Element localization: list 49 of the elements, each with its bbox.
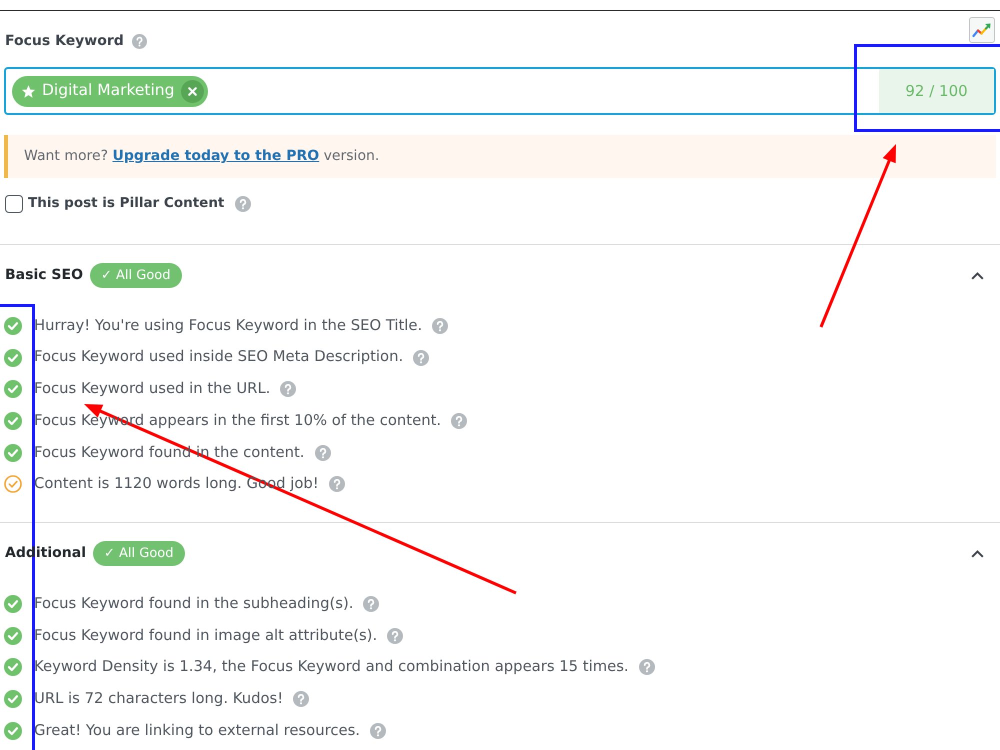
check-result-text: Hurray! You're using Focus Keyword in the SEO Title.	[34, 316, 422, 336]
focus-keyword-field[interactable]: Digital Marketing 92 / 100	[4, 67, 996, 115]
check-result-text: Focus Keyword found in image alt attribute(s).	[34, 626, 378, 646]
trends-button[interactable]	[969, 17, 995, 43]
check-circle-icon	[4, 380, 22, 398]
keyword-text: Digital Marketing	[42, 80, 174, 102]
check-circle-icon	[4, 722, 22, 740]
trend-arrow-icon	[972, 22, 992, 38]
help-icon[interactable]	[132, 34, 147, 48]
help-icon[interactable]	[280, 381, 296, 398]
help-icon[interactable]	[432, 318, 448, 334]
help-icon[interactable]	[314, 444, 331, 461]
check-circle-icon	[4, 444, 22, 462]
notice-text: Want more? Upgrade today to the PRO version.	[24, 147, 380, 166]
help-icon[interactable]	[387, 628, 404, 644]
upgrade-link[interactable]: Upgrade today to the PRO	[112, 148, 320, 164]
help-icon[interactable]	[413, 350, 430, 366]
star-icon	[22, 84, 35, 98]
status-badge: ✓ All Good	[93, 541, 185, 566]
checkbox-label: This post is Pillar Content	[28, 194, 224, 214]
help-icon[interactable]	[451, 412, 468, 429]
section-title: Basic SEO	[5, 266, 83, 285]
help-icon[interactable]	[363, 596, 380, 612]
check-result-text: Focus Keyword found in the subheading(s).	[34, 594, 354, 614]
check-circle-icon	[4, 690, 22, 708]
chevron-up-icon[interactable]	[971, 550, 984, 558]
check-circle-icon	[4, 412, 22, 430]
pillar-checkbox[interactable]	[5, 194, 23, 212]
check-result-text: Focus Keyword used inside SEO Meta Description.	[34, 347, 404, 368]
check-circle-icon	[4, 348, 22, 367]
close-icon[interactable]	[181, 80, 204, 102]
check-circle-icon	[4, 658, 22, 676]
help-icon[interactable]	[328, 476, 345, 492]
check-circle-icon	[4, 594, 22, 613]
seo-score: 92 / 100	[879, 69, 994, 113]
status-badge: ✓ All Good	[90, 263, 182, 288]
chevron-up-icon[interactable]	[971, 272, 984, 280]
check-circle-icon	[4, 626, 22, 645]
check-result-text: Focus Keyword used in the URL.	[34, 379, 270, 400]
check-result-text: URL is 72 characters long. Kudos!	[34, 688, 284, 709]
check-circle-outline-icon	[4, 475, 22, 494]
help-icon[interactable]	[370, 722, 386, 739]
check-circle-icon	[4, 316, 22, 335]
check-result-text: Keyword Density is 1.34, the Focus Keyword and combination appears 15 times.	[34, 657, 629, 678]
help-icon[interactable]	[638, 659, 655, 676]
keyword-tag[interactable]: Digital Marketing	[12, 76, 208, 106]
help-icon[interactable]	[235, 196, 252, 212]
help-icon[interactable]	[293, 691, 310, 708]
field-label: Focus Keyword	[5, 32, 124, 51]
